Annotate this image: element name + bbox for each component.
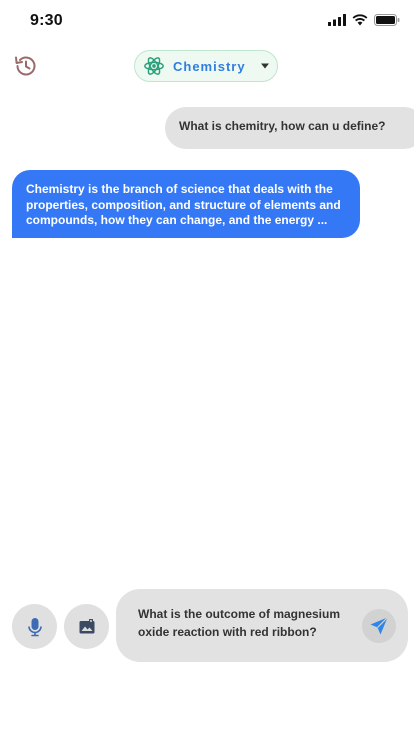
image-upload-icon bbox=[79, 618, 94, 633]
image-upload-button[interactable] bbox=[64, 604, 109, 649]
battery-icon bbox=[374, 14, 400, 26]
microphone-icon bbox=[27, 617, 42, 636]
send-button[interactable] bbox=[362, 609, 396, 643]
wifi-icon bbox=[352, 14, 368, 26]
atom-icon bbox=[144, 57, 164, 75]
history-icon bbox=[15, 56, 36, 76]
cellular-signal-icon bbox=[328, 14, 346, 26]
message-composer[interactable]: What is the outcome of magnesium oxide r… bbox=[116, 589, 408, 662]
assistant-message-line: Chemistry is the branch of science that … bbox=[26, 182, 333, 196]
send-icon bbox=[370, 617, 388, 635]
user-message-bubble: What is chemitry, how can u define? bbox=[165, 107, 414, 149]
composer-line: oxide reaction with red ribbon? bbox=[138, 625, 317, 639]
composer-input[interactable]: What is the outcome of magnesium oxide r… bbox=[138, 605, 358, 641]
microphone-button[interactable] bbox=[12, 604, 57, 649]
assistant-message-bubble[interactable]: Chemistry is the branch of science that … bbox=[12, 170, 360, 238]
assistant-message-line: compounds, how they can change, and the … bbox=[26, 213, 328, 227]
assistant-message-line: properties, composition, and structure o… bbox=[26, 197, 341, 212]
caret-down-icon bbox=[260, 63, 269, 69]
user-message-text: What is chemitry, how can u define? bbox=[179, 119, 386, 133]
status-icons bbox=[328, 14, 400, 26]
subject-selector[interactable]: Chemistry bbox=[134, 50, 278, 82]
composer-line: What is the outcome of magnesium bbox=[138, 607, 341, 621]
status-bar: 9:30 bbox=[0, 0, 414, 44]
status-time: 9:30 bbox=[30, 12, 63, 29]
history-button[interactable] bbox=[12, 52, 40, 80]
subject-label: Chemistry bbox=[173, 58, 246, 74]
